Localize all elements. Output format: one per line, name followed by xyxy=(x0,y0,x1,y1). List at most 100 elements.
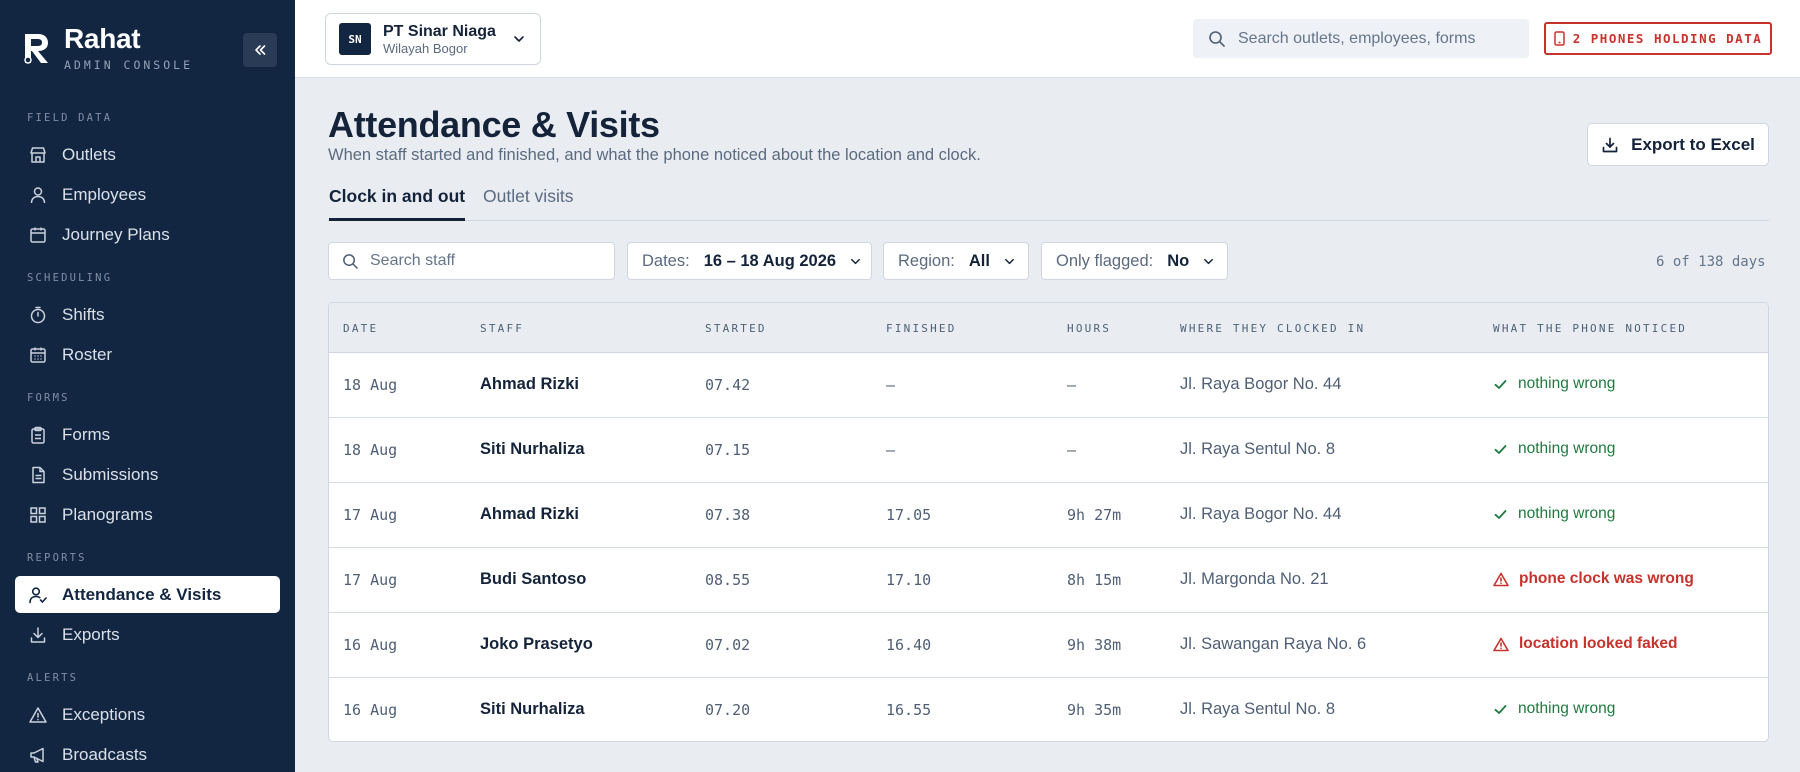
phone-noticed-text: nothing wrong xyxy=(1518,440,1616,457)
dates-filter-value: 16 – 18 Aug 2026 xyxy=(703,251,837,270)
table-row[interactable]: 17 Aug Budi Santoso 08.55 17.10 8h 15m Jl. Ma… xyxy=(329,548,1768,613)
sidebar-item-forms[interactable]: Forms xyxy=(15,416,280,453)
attendance-table: DATE STAFF STARTED FINISHED HOURS WHERE … xyxy=(328,302,1769,742)
sidebar-item-label: Planograms xyxy=(62,504,153,524)
page-title: Attendance & Visits xyxy=(328,104,660,145)
store-icon xyxy=(30,146,46,163)
flagged-filter[interactable]: Only flagged: No xyxy=(1041,242,1228,280)
section-label-scheduling: SCHEDULING xyxy=(27,272,113,284)
check-icon xyxy=(1494,379,1507,389)
sidebar-item-submissions[interactable]: Submissions xyxy=(15,456,280,493)
org-avatar: SN xyxy=(339,23,371,55)
cell-hours: — xyxy=(1067,376,1077,394)
sidebar-item-exceptions[interactable]: Exceptions xyxy=(15,696,280,733)
cell-staff[interactable]: Siti Nurhaliza xyxy=(480,700,585,719)
global-search-input[interactable] xyxy=(1238,29,1508,48)
sidebar-item-outlets[interactable]: Outlets xyxy=(15,136,280,173)
region-filter-label: Region: xyxy=(898,251,955,270)
sidebar-item-label: Submissions xyxy=(62,464,159,484)
column-header-date[interactable]: DATE xyxy=(343,322,378,335)
cell-finished: 17.05 xyxy=(886,506,932,524)
cell-staff[interactable]: Ahmad Rizki xyxy=(480,505,579,524)
search-icon xyxy=(1209,30,1225,47)
sidebar-item-label: Shifts xyxy=(62,304,105,324)
staff-search-input[interactable] xyxy=(370,252,600,270)
dates-filter[interactable]: Dates: 16 – 18 Aug 2026 xyxy=(627,242,872,280)
table-row[interactable]: 18 Aug Siti Nurhaliza 07.15 — — Jl. Raya Sent… xyxy=(329,418,1768,483)
column-header-staff[interactable]: STAFF xyxy=(480,322,524,335)
cell-started: 08.55 xyxy=(705,571,751,589)
cell-staff[interactable]: Joko Prasetyo xyxy=(480,635,593,654)
cell-finished: 17.10 xyxy=(886,571,932,589)
document-icon xyxy=(32,466,45,483)
sidebar-item-exports[interactable]: Exports xyxy=(15,616,280,653)
table-row[interactable]: 16 Aug Siti Nurhaliza 07.20 16.55 9h 35m Jl. … xyxy=(329,678,1768,741)
dates-filter-label: Dates: xyxy=(642,251,690,270)
cell-staff[interactable]: Ahmad Rizki xyxy=(480,375,579,394)
timer-icon xyxy=(30,306,46,323)
sidebar-item-shifts[interactable]: Shifts xyxy=(15,296,280,333)
sidebar-item-label: Attendance & Visits xyxy=(62,584,222,604)
download-icon xyxy=(1602,137,1618,152)
brand-subtitle: ADMIN CONSOLE xyxy=(64,58,194,72)
export-button-label: Export to Excel xyxy=(1631,134,1755,154)
cell-date: 16 Aug xyxy=(343,701,398,719)
cell-date: 17 Aug xyxy=(343,506,398,524)
export-to-excel-button[interactable]: Export to Excel xyxy=(1587,123,1769,166)
sidebar-item-label: Exports xyxy=(62,624,120,644)
flagged-filter-label: Only flagged: xyxy=(1056,251,1154,270)
org-switcher[interactable]: SN PT Sinar Niaga Wilayah Bogor xyxy=(325,13,541,65)
sidebar-item-journey-plans[interactable]: Journey Plans xyxy=(15,216,280,253)
cell-staff[interactable]: Siti Nurhaliza xyxy=(480,440,585,459)
global-search[interactable] xyxy=(1193,19,1529,58)
calendar-icon xyxy=(30,227,46,243)
cell-hours: 9h 27m xyxy=(1067,506,1122,524)
brand-name: Rahat xyxy=(64,23,141,54)
chevron-down-icon xyxy=(514,36,524,42)
cell-location: Jl. Raya Bogor No. 44 xyxy=(1180,375,1342,393)
cell-staff[interactable]: Budi Santoso xyxy=(480,570,586,589)
column-header-phone-noticed[interactable]: WHAT THE PHONE NOTICED xyxy=(1493,322,1687,335)
chevron-down-icon xyxy=(1005,258,1014,264)
table-row[interactable]: 17 Aug Ahmad Rizki 07.38 17.05 9h 27m Jl. Ray… xyxy=(329,483,1768,548)
column-header-finished[interactable]: FINISHED xyxy=(886,322,957,335)
sidebar-item-employees[interactable]: Employees xyxy=(15,176,280,213)
phone-icon xyxy=(1553,31,1565,46)
sidebar-item-label: Forms xyxy=(62,424,111,444)
table-row[interactable]: 18 Aug Ahmad Rizki 07.42 — — Jl. Raya Bogor N… xyxy=(329,353,1768,418)
region-filter[interactable]: Region: All xyxy=(883,242,1029,280)
cell-location: Jl. Raya Bogor No. 44 xyxy=(1180,505,1342,523)
sidebar-item-broadcasts[interactable]: Broadcasts xyxy=(15,736,280,772)
tab-clock-in-out[interactable]: Clock in and out xyxy=(329,186,466,221)
sidebar-item-label: Exceptions xyxy=(62,704,146,724)
cell-hours: 9h 38m xyxy=(1067,636,1122,654)
phones-badge-label: 2 PHONES HOLDING DATA xyxy=(1572,31,1763,46)
cell-finished: — xyxy=(886,376,896,394)
tab-outlet-visits[interactable]: Outlet visits xyxy=(483,186,573,218)
sidebar: Rahat ADMIN CONSOLE FIELD DATA Outlets E… xyxy=(0,0,295,772)
warning-icon xyxy=(1493,572,1509,586)
table-row[interactable]: 16 Aug Joko Prasetyo 07.02 16.40 9h 38m Jl. S… xyxy=(329,613,1768,678)
cell-phone-noticed: nothing wrong xyxy=(1493,375,1615,393)
column-header-hours[interactable]: HOURS xyxy=(1067,322,1111,335)
user-check-icon xyxy=(29,586,47,603)
warning-icon xyxy=(1493,637,1509,651)
section-label-forms: FORMS xyxy=(27,392,70,404)
staff-search[interactable] xyxy=(328,242,615,280)
brand[interactable]: Rahat ADMIN CONSOLE xyxy=(22,22,193,72)
sidebar-item-planograms[interactable]: Planograms xyxy=(15,496,280,533)
sidebar-item-label: Roster xyxy=(62,344,113,364)
cell-date: 18 Aug xyxy=(343,376,398,394)
phone-noticed-text: location looked faked xyxy=(1519,635,1678,652)
cell-phone-noticed: phone clock was wrong xyxy=(1493,570,1694,588)
search-icon xyxy=(343,253,358,269)
sidebar-item-roster[interactable]: Roster xyxy=(15,336,280,373)
column-header-location[interactable]: WHERE THEY CLOCKED IN xyxy=(1180,322,1365,335)
cell-started: 07.20 xyxy=(705,701,751,719)
cell-location: Jl. Raya Sentul No. 8 xyxy=(1180,440,1335,458)
cell-phone-noticed: location looked faked xyxy=(1493,635,1677,653)
collapse-sidebar-button[interactable] xyxy=(243,33,277,67)
column-header-started[interactable]: STARTED xyxy=(705,322,767,335)
phones-holding-data-badge[interactable]: 2 PHONES HOLDING DATA xyxy=(1544,22,1772,55)
sidebar-item-attendance-visits[interactable]: Attendance & Visits xyxy=(15,576,280,613)
